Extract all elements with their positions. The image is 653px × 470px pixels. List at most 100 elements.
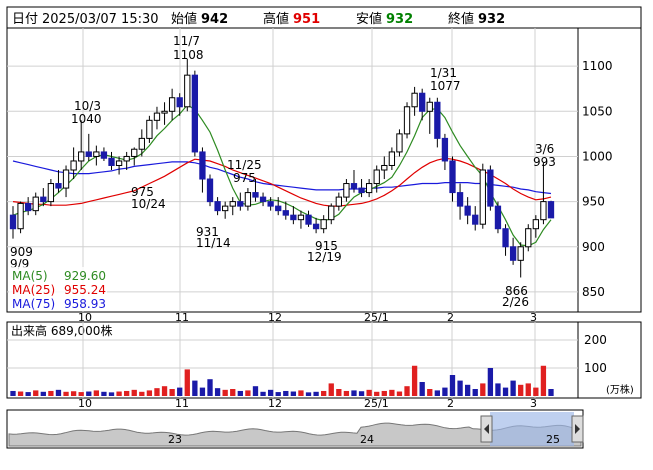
volume-bar xyxy=(525,383,531,396)
candle xyxy=(525,224,532,252)
volume-bar xyxy=(86,391,92,396)
high-value: 951 xyxy=(293,12,320,27)
volume-bar xyxy=(207,379,213,396)
volume-bar xyxy=(169,389,175,396)
month-tick-label: 12 xyxy=(268,397,282,410)
month-tick-label: 3 xyxy=(530,397,537,410)
candle xyxy=(17,201,24,234)
volume-bar xyxy=(17,391,24,396)
volume-bar xyxy=(366,389,372,396)
candle xyxy=(547,200,555,219)
volume-bar xyxy=(48,390,54,396)
volume-bar xyxy=(518,384,524,396)
volume-bar xyxy=(192,380,198,396)
volume-bar xyxy=(108,392,115,396)
month-tick-label: 11 xyxy=(175,397,189,410)
stock-chart: 日付 2025/03/07 15:30 始値 942 高値 951 安値 932… xyxy=(0,0,653,470)
volume-bar xyxy=(146,390,153,396)
volume-bar xyxy=(63,391,69,396)
volume-bar xyxy=(116,391,122,396)
price-tick-label: 900 xyxy=(582,240,605,254)
volume-label: 出来高 689,000株 xyxy=(11,323,112,338)
volume-bar xyxy=(358,391,365,396)
volume-bar xyxy=(131,389,137,396)
volume-bar xyxy=(93,390,100,396)
volume-bar xyxy=(177,387,183,396)
price-tick-label: 1000 xyxy=(582,149,613,163)
volume-bar xyxy=(351,390,357,396)
volume-bar xyxy=(124,390,130,396)
volume-bar xyxy=(275,392,281,396)
volume-bar xyxy=(161,386,168,396)
volume-bar xyxy=(10,390,16,396)
candle xyxy=(403,102,411,139)
volume-bar xyxy=(502,387,509,396)
month-axis-bottom: 10 11 12 25/1 2 3 xyxy=(78,397,537,410)
volume-bar xyxy=(260,391,266,396)
volume-bar xyxy=(237,390,243,396)
low-label: 安値 xyxy=(356,11,382,27)
volume-bar xyxy=(343,390,350,396)
month-tick-label: 25/1 xyxy=(364,397,389,410)
volume-bar xyxy=(548,389,554,396)
volume-bar xyxy=(449,375,456,396)
volume-bar xyxy=(396,391,403,396)
volume-bar xyxy=(184,369,190,396)
volume-bar xyxy=(434,390,440,396)
open-value: 942 xyxy=(201,12,228,27)
volume-bar xyxy=(25,392,31,396)
volume-bar xyxy=(336,389,342,396)
price-tick-label: 850 xyxy=(582,285,605,299)
volume-bar xyxy=(313,391,319,396)
candle xyxy=(47,179,55,207)
volume-tick-label: 100 xyxy=(584,361,607,375)
candle xyxy=(146,115,153,143)
volume-bar xyxy=(245,390,251,396)
volume-bar xyxy=(442,387,448,396)
volume-bar xyxy=(283,390,289,396)
candle xyxy=(487,165,494,211)
volume-bar xyxy=(381,390,387,396)
close-label: 終値 xyxy=(448,11,474,27)
price-tick-label: 950 xyxy=(582,195,605,209)
annotation-date: 11/7 xyxy=(173,34,200,48)
date-label: 日付 xyxy=(12,12,38,27)
price-tick-label: 1100 xyxy=(582,59,613,73)
volume-bar xyxy=(389,389,395,396)
volume-bar xyxy=(419,382,425,396)
volume-bar xyxy=(298,390,304,396)
volume-tick-label: 200 xyxy=(584,333,607,347)
chart-canvas: 日付 2025/03/07 15:30 始値 942 高値 951 安値 932… xyxy=(6,6,642,449)
volume-bar xyxy=(495,383,501,396)
volume-bar xyxy=(214,388,221,396)
volume-bar xyxy=(457,380,463,396)
ma75-value: 958.93 xyxy=(64,297,106,311)
date-value: 2025/03/07 15:30 xyxy=(42,12,159,27)
volume-bar xyxy=(404,386,410,396)
close-value: 932 xyxy=(478,12,505,27)
volume-bar xyxy=(411,365,418,396)
volume-bar xyxy=(427,389,433,396)
ma75-label: MA(75) xyxy=(12,297,55,311)
volume-bar xyxy=(328,383,334,396)
volume-bar xyxy=(510,380,516,396)
candle xyxy=(479,163,486,229)
volume-bar xyxy=(154,388,160,396)
ma5-label: MA(5) xyxy=(12,269,48,283)
volume-bar xyxy=(374,391,380,396)
navigator-label: 24 xyxy=(360,433,374,446)
volume-bar xyxy=(290,391,297,396)
candle xyxy=(396,129,403,157)
volume-bar xyxy=(199,387,206,396)
navigator-selection[interactable] xyxy=(490,412,574,446)
month-tick-label: 2 xyxy=(447,397,454,410)
volume-bar xyxy=(139,391,145,396)
volume-bar xyxy=(33,390,39,396)
volume-bar xyxy=(55,389,62,396)
volume-bar xyxy=(40,391,46,396)
annotation-date: 1/31 xyxy=(430,66,457,80)
annotation-date: 10/3 xyxy=(74,99,101,113)
volume-unit: (万株) xyxy=(606,383,634,396)
annotation-value: 1108 xyxy=(173,48,204,62)
volume-bar xyxy=(480,383,486,396)
